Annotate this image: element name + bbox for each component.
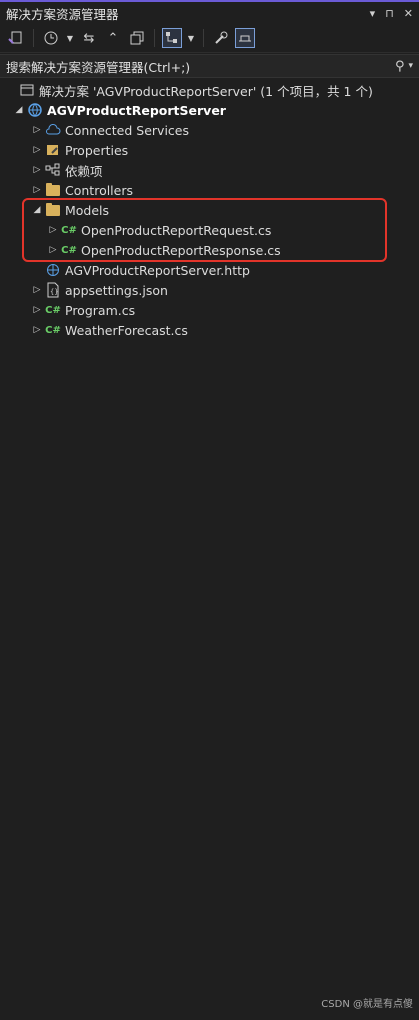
window-titlebar: 解决方案资源管理器 ▾ ⊓ ✕ bbox=[0, 0, 419, 24]
history-icon[interactable] bbox=[41, 28, 61, 48]
tree-item-label: OpenProductReportResponse.cs bbox=[81, 242, 281, 258]
search-bar[interactable]: 搜索解决方案资源管理器(Ctrl+;) ⚲ ▾ bbox=[0, 54, 419, 78]
toolbar: ▼ ⇆ ⌃ ▼ bbox=[0, 24, 419, 53]
properties-icon bbox=[44, 142, 62, 158]
search-options-chevron-icon[interactable]: ▾ bbox=[408, 61, 413, 71]
dependencies-icon bbox=[44, 162, 62, 178]
tree-item-appsettings[interactable]: ▷ {} appsettings.json bbox=[0, 280, 419, 300]
connected-services-icon bbox=[44, 122, 62, 138]
expanded-arrow-icon[interactable]: ◢ bbox=[12, 105, 26, 115]
expanded-arrow-icon[interactable]: ◢ bbox=[30, 205, 44, 215]
sync-icon[interactable]: ⇆ bbox=[79, 28, 99, 48]
tree-item-controllers[interactable]: ▷ Controllers bbox=[0, 180, 419, 200]
tree-item-http-file[interactable]: AGVProductReportServer.http bbox=[0, 260, 419, 280]
pin-icon[interactable]: ⊓ bbox=[385, 7, 394, 20]
watermark: CSDN @就是有点傻 bbox=[321, 999, 413, 1010]
collapse-all-icon[interactable]: ⌃ bbox=[103, 28, 123, 48]
properties-wrench-icon[interactable] bbox=[211, 28, 231, 48]
collapsed-arrow-icon[interactable]: ▷ bbox=[30, 125, 44, 135]
tree-item-open-product-report-response[interactable]: ▷ C# OpenProductReportResponse.cs bbox=[0, 240, 419, 260]
collapsed-arrow-icon[interactable]: ▷ bbox=[30, 325, 44, 335]
collapsed-arrow-icon[interactable]: ▷ bbox=[46, 245, 60, 255]
view-dropdown-icon[interactable]: ▼ bbox=[186, 28, 196, 48]
toolbar-separator bbox=[33, 29, 34, 47]
solution-label: 解决方案 'AGVProductReportServer' (1 个项目，共 1… bbox=[39, 83, 373, 99]
solution-icon bbox=[18, 82, 36, 98]
tree-item-properties[interactable]: ▷ Properties bbox=[0, 140, 419, 160]
collapsed-arrow-icon[interactable]: ▷ bbox=[30, 305, 44, 315]
tree-item-label: Connected Services bbox=[65, 122, 189, 138]
solution-switch-icon[interactable] bbox=[6, 28, 26, 48]
csharp-file-icon: C# bbox=[61, 244, 77, 256]
csharp-file-icon: C# bbox=[45, 304, 61, 316]
collapsed-arrow-icon[interactable]: ▷ bbox=[46, 225, 60, 235]
project-node[interactable]: ◢ AGVProductReportServer bbox=[0, 100, 419, 120]
tree-item-program[interactable]: ▷ C# Program.cs bbox=[0, 300, 419, 320]
view-toggle-icon[interactable] bbox=[162, 28, 182, 48]
tree-item-label: Models bbox=[65, 202, 110, 218]
web-project-icon bbox=[26, 102, 44, 118]
svg-text:{}: {} bbox=[50, 288, 58, 296]
search-icon[interactable]: ⚲ bbox=[395, 59, 405, 74]
tree-item-connected-services[interactable]: ▷ Connected Services bbox=[0, 120, 419, 140]
collapsed-arrow-icon[interactable]: ▷ bbox=[30, 285, 44, 295]
folder-icon bbox=[44, 182, 62, 198]
close-icon[interactable]: ✕ bbox=[404, 7, 413, 20]
http-file-icon bbox=[44, 262, 62, 278]
window-menu-chevron-icon[interactable]: ▾ bbox=[370, 7, 376, 20]
tree-item-label: OpenProductReportRequest.cs bbox=[81, 222, 272, 238]
tree-item-label: AGVProductReportServer.http bbox=[65, 262, 250, 278]
show-all-files-icon[interactable] bbox=[127, 28, 147, 48]
collapsed-arrow-icon[interactable]: ▷ bbox=[30, 165, 44, 175]
tree-item-label: Properties bbox=[65, 142, 129, 158]
json-file-icon: {} bbox=[44, 282, 62, 298]
tree-item-label: Program.cs bbox=[65, 302, 136, 318]
window-title: 解决方案资源管理器 bbox=[6, 6, 119, 22]
tree-item-label: 依赖项 bbox=[65, 163, 103, 179]
tree-item-label: WeatherForecast.cs bbox=[65, 322, 188, 338]
folder-icon bbox=[44, 202, 62, 218]
csharp-file-icon: C# bbox=[61, 224, 77, 236]
solution-tree: 解决方案 'AGVProductReportServer' (1 个项目，共 1… bbox=[0, 80, 419, 340]
preview-icon[interactable] bbox=[235, 28, 255, 48]
tree-item-dependencies[interactable]: ▷ 依赖项 bbox=[0, 160, 419, 180]
collapsed-arrow-icon[interactable]: ▷ bbox=[30, 145, 44, 155]
csharp-file-icon: C# bbox=[45, 324, 61, 336]
project-label: AGVProductReportServer bbox=[47, 102, 226, 118]
solution-node[interactable]: 解决方案 'AGVProductReportServer' (1 个项目，共 1… bbox=[0, 80, 419, 100]
collapsed-arrow-icon[interactable]: ▷ bbox=[30, 185, 44, 195]
search-input[interactable]: 搜索解决方案资源管理器(Ctrl+;) bbox=[6, 57, 395, 76]
tree-item-weather-forecast[interactable]: ▷ C# WeatherForecast.cs bbox=[0, 320, 419, 340]
toolbar-separator bbox=[203, 29, 204, 47]
tree-item-open-product-report-request[interactable]: ▷ C# OpenProductReportRequest.cs bbox=[0, 220, 419, 240]
tree-item-models[interactable]: ◢ Models bbox=[0, 200, 419, 220]
history-dropdown-icon[interactable]: ▼ bbox=[65, 28, 75, 48]
toolbar-separator bbox=[154, 29, 155, 47]
tree-item-label: Controllers bbox=[65, 182, 133, 198]
tree-item-label: appsettings.json bbox=[65, 282, 168, 298]
